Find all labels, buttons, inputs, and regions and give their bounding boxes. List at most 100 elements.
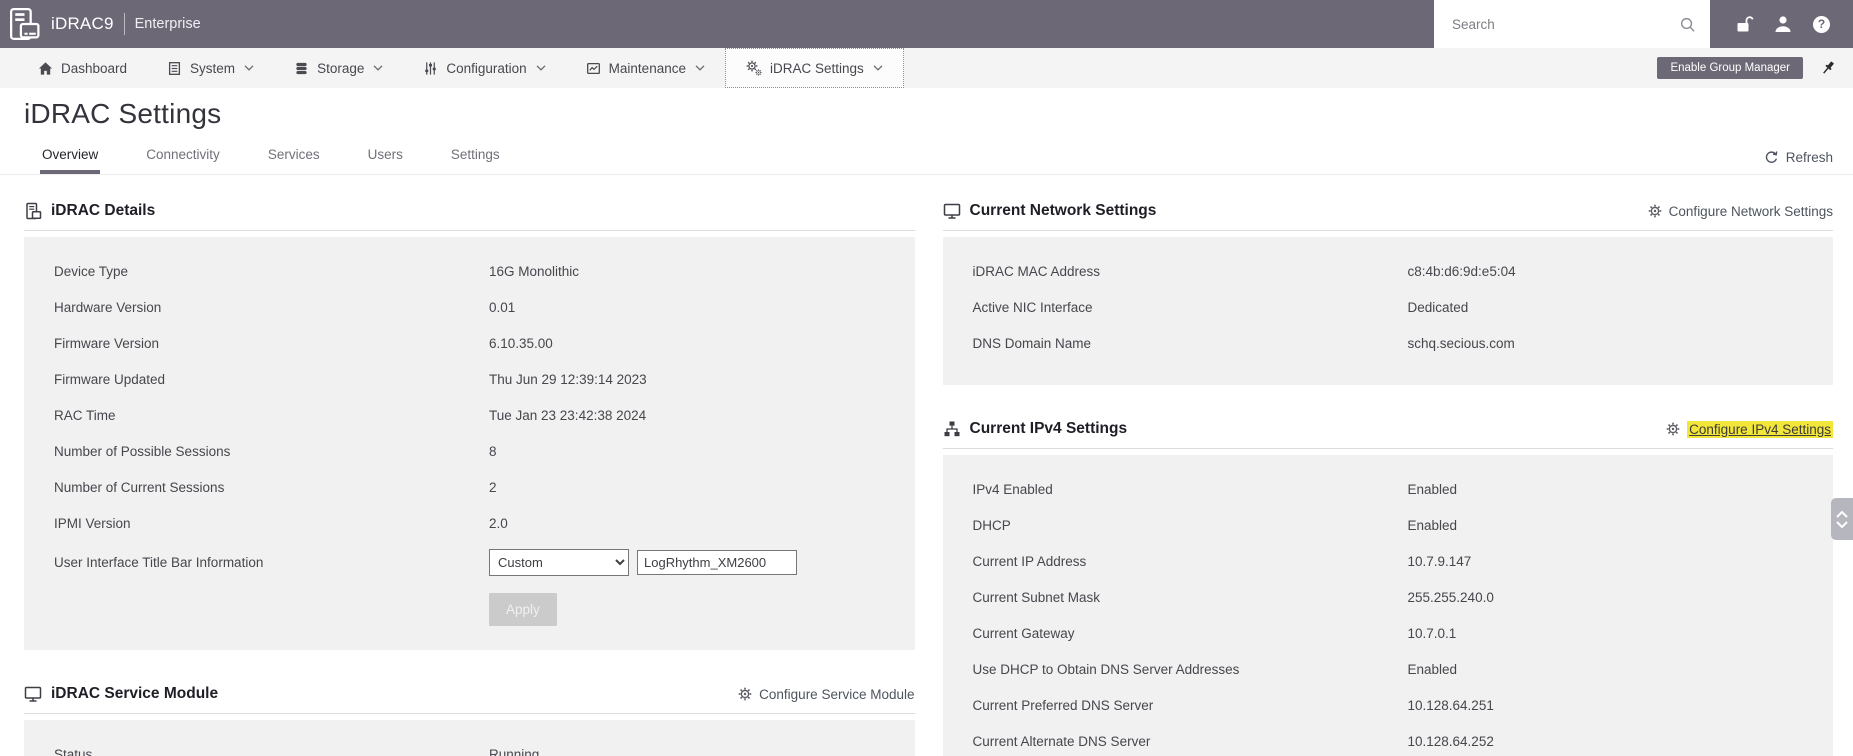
monitor-icon	[24, 685, 42, 703]
enable-group-manager-button[interactable]: Enable Group Manager	[1657, 57, 1803, 79]
row-value: 10.128.64.251	[1407, 697, 1494, 713]
scroll-up-button[interactable]	[1836, 511, 1848, 518]
chevron-down-icon	[244, 65, 254, 71]
user-icon[interactable]	[1769, 11, 1796, 38]
apply-button[interactable]: Apply	[489, 593, 557, 626]
title-bar-select[interactable]: Custom	[489, 548, 629, 576]
row-label: Active NIC Interface	[972, 299, 1093, 315]
nav-item-storage[interactable]: Storage	[274, 48, 403, 88]
gears-icon	[746, 60, 762, 76]
nav-item-system[interactable]: System	[147, 48, 274, 88]
network-settings-rows: iDRAC MAC Address c8:4b:d6:9d:e5:04 Acti…	[943, 253, 1834, 361]
service-module-rows: Status Running	[24, 736, 915, 756]
row-value: 8	[489, 443, 497, 459]
detail-row: IPv4 Enabled Enabled	[943, 471, 1834, 507]
chevron-down-icon	[536, 65, 546, 71]
title-bar-input[interactable]	[637, 549, 797, 575]
help-icon[interactable]: ?	[1808, 11, 1835, 38]
row-label: DHCP	[972, 517, 1011, 533]
ipv4-settings-rows: IPv4 Enabled Enabled DHCP Enabled Curren…	[943, 471, 1834, 756]
network-settings-header: Current Network Settings Configure Netwo…	[942, 195, 1833, 231]
scroll-down-button[interactable]	[1836, 521, 1848, 528]
idrac-logo-icon	[6, 6, 43, 43]
tab-users[interactable]: Users	[366, 142, 405, 174]
row-label: Firmware Updated	[54, 371, 166, 387]
tab-overview[interactable]: Overview	[40, 142, 101, 174]
nav-item-configuration[interactable]: Configuration	[403, 48, 565, 88]
highlighted-link-text: Configure IPv4 Settings	[1687, 420, 1833, 438]
nav-label: iDRAC Settings	[769, 60, 864, 76]
row-value: 0.01	[489, 299, 516, 315]
detail-row: Firmware Version 6.10.35.00	[24, 325, 915, 361]
detail-row: Status Running	[24, 736, 915, 756]
nav-item-maintenance[interactable]: Maintenance	[566, 48, 725, 88]
detail-row: IPMI Version 2.0	[24, 505, 915, 541]
configure-network-settings-link[interactable]: Configure Network Settings	[1648, 204, 1833, 219]
detail-row: iDRAC MAC Address c8:4b:d6:9d:e5:04	[943, 253, 1834, 289]
row-value: 10.128.64.252	[1407, 733, 1494, 749]
row-value: 2	[489, 479, 497, 495]
idrac-logo	[0, 0, 51, 48]
scroll-widget	[1831, 498, 1853, 540]
service-module-section: iDRAC Service Module Configure Service M…	[24, 678, 915, 756]
detail-row: Current Alternate DNS Server 10.128.64.2…	[943, 723, 1834, 756]
nav-item-idrac-settings[interactable]: iDRAC Settings	[724, 48, 904, 88]
section-title: Current IPv4 Settings	[969, 420, 1128, 437]
idrac-details-section: iDRAC Details Device Type 16G Monolithic…	[24, 195, 915, 650]
row-label: User Interface Title Bar Information	[54, 554, 264, 570]
search-icon[interactable]	[1674, 11, 1700, 37]
chevron-down-icon	[373, 65, 383, 71]
tab-connectivity[interactable]: Connectivity	[144, 142, 222, 174]
unlock-icon[interactable]	[1730, 11, 1757, 38]
row-label: iDRAC MAC Address	[972, 263, 1101, 279]
tab-settings[interactable]: Settings	[449, 142, 502, 174]
tab-services[interactable]: Services	[266, 142, 322, 174]
section-title: iDRAC Service Module	[51, 685, 219, 702]
row-value: 255.255.240.0	[1407, 589, 1494, 605]
nav-item-dashboard[interactable]: Dashboard	[38, 48, 147, 88]
right-column: Current Network Settings Configure Netwo…	[942, 195, 1834, 756]
row-value: 10.7.0.1	[1407, 625, 1457, 641]
main-nav: Dashboard System Storage Configuration M…	[0, 48, 1853, 88]
rack-icon	[24, 202, 42, 220]
refresh-button[interactable]: Refresh	[1764, 150, 1833, 174]
row-label: IPMI Version	[54, 515, 131, 531]
gear-icon	[1648, 204, 1662, 218]
nav-label: Storage	[317, 60, 365, 76]
chevron-down-icon	[873, 65, 883, 71]
row-value: Enabled	[1407, 661, 1458, 677]
gear-icon	[1666, 422, 1680, 436]
service-module-panel: Status Running	[24, 720, 915, 756]
idrac-details-rows: Device Type 16G Monolithic Hardware Vers…	[24, 253, 915, 541]
row-value: schq.secious.com	[1407, 335, 1515, 351]
ipv4-settings-header: Current IPv4 Settings Configure IPv4 Set…	[942, 413, 1833, 449]
chart-box-icon	[586, 61, 601, 76]
detail-row: Active NIC Interface Dedicated	[943, 289, 1834, 325]
row-value: Running	[489, 746, 540, 756]
section-title: iDRAC Details	[51, 202, 156, 219]
search-input[interactable]	[1450, 15, 1674, 33]
row-value: 16G Monolithic	[489, 263, 580, 279]
configure-ipv4-settings-link[interactable]: Configure IPv4 Settings	[1666, 420, 1833, 438]
configure-service-module-link[interactable]: Configure Service Module	[738, 687, 915, 702]
left-column: iDRAC Details Device Type 16G Monolithic…	[24, 195, 915, 756]
row-label: IPv4 Enabled	[972, 481, 1053, 497]
row-value: Enabled	[1407, 517, 1458, 533]
brand: iDRAC9 Enterprise	[51, 0, 201, 48]
idrac-details-header: iDRAC Details	[24, 195, 915, 231]
row-label: Current Gateway	[972, 625, 1075, 641]
sliders-icon	[423, 61, 438, 76]
home-icon	[38, 61, 53, 76]
row-value: Enabled	[1407, 481, 1458, 497]
row-value: Dedicated	[1407, 299, 1469, 315]
brand-edition: Enterprise	[134, 16, 201, 32]
nav-label: Dashboard	[61, 60, 128, 76]
brand-divider	[123, 13, 125, 35]
detail-row: Firmware Updated Thu Jun 29 12:39:14 202…	[24, 361, 915, 397]
nav-label: Maintenance	[608, 60, 686, 76]
row-label: Hardware Version	[54, 299, 162, 315]
pin-icon[interactable]	[1819, 59, 1837, 77]
row-label: DNS Domain Name	[972, 335, 1092, 351]
storage-icon	[294, 61, 309, 76]
apply-row: Apply	[489, 593, 915, 626]
